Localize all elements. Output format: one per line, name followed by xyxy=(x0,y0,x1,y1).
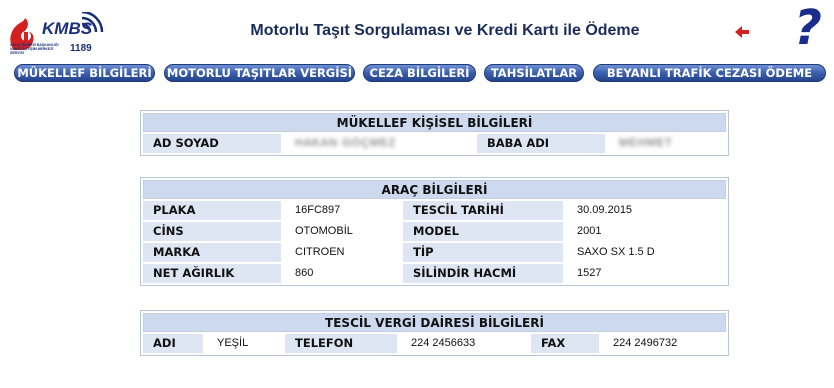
father-name-label: BABA ADI xyxy=(477,134,605,153)
model-value: 2001 xyxy=(565,222,724,241)
type-label: CİNS xyxy=(143,222,281,241)
phone-value: 224 2456633 xyxy=(399,334,529,353)
logo-subtitle: GELİR İDARESİ BAŞKANLIĞI VERGİ İLETİŞİM … xyxy=(10,43,59,55)
kmbs-logo: KMBS GELİR İDARESİ BAŞKANLIĞI VERGİ İLET… xyxy=(6,8,106,58)
logo-number: 1189 xyxy=(70,43,92,54)
question-mark-icon[interactable]: ? xyxy=(794,4,822,52)
nav-vehicle-tax-button[interactable]: MOTORLU TAŞITLAR VERGİSİ xyxy=(164,64,355,82)
father-name-value-text: MEHMET xyxy=(619,137,673,149)
table-row: AD SOYAD HAKAN GÖÇMEZ BABA ADI MEHMET xyxy=(143,134,726,153)
name-label: AD SOYAD xyxy=(143,134,281,153)
nav-taxpayer-info-button[interactable]: MÜKELLEF BİLGİLERİ xyxy=(14,64,155,82)
vehicle-info-panel: ARAÇ BİLGİLERİ PLAKA 16FC897 TESCİL TARİ… xyxy=(140,177,729,286)
vehicle-info-header: ARAÇ BİLGİLERİ xyxy=(143,180,726,199)
office-name-label: ADI xyxy=(143,334,203,353)
model-label: MODEL xyxy=(403,222,563,241)
name-value: HAKAN GÖÇMEZ xyxy=(283,134,475,153)
registration-date-label: TESCİL TARİHİ xyxy=(403,201,563,220)
registration-date-value: 30.09.2015 xyxy=(565,201,724,220)
table-row: CİNS OTOMOBİL MODEL 2001 xyxy=(143,222,726,241)
office-name-value: YEŞİL xyxy=(205,334,283,353)
phone-label: TELEFON xyxy=(285,334,397,353)
tax-office-panel: TESCİL VERGİ DAİRESİ BİLGİLERİ ADI YEŞİL… xyxy=(140,310,729,356)
father-name-value: MEHMET xyxy=(607,134,724,153)
fax-label: FAX xyxy=(531,334,599,353)
net-weight-value: 860 xyxy=(283,264,401,283)
net-weight-label: NET AĞIRLIK xyxy=(143,264,281,283)
page-title: Motorlu Taşıt Sorgulaması ve Kredi Kartı… xyxy=(250,22,640,39)
name-value-text: HAKAN GÖÇMEZ xyxy=(295,137,397,149)
tax-office-header: TESCİL VERGİ DAİRESİ BİLGİLERİ xyxy=(143,313,726,332)
type-value: OTOMOBİL xyxy=(283,222,401,241)
nav-collections-button[interactable]: TAHSİLATLAR xyxy=(484,64,584,82)
brand-value: CITROEN xyxy=(283,243,401,262)
brand-label: MARKA xyxy=(143,243,281,262)
variant-label: TİP xyxy=(403,243,563,262)
variant-value: SAXO SX 1.5 D xyxy=(565,243,724,262)
personal-info-header: MÜKELLEF KİŞİSEL BİLGİLERİ xyxy=(143,113,726,132)
table-row: MARKA CITROEN TİP SAXO SX 1.5 D xyxy=(143,243,726,262)
left-arrow-icon[interactable] xyxy=(735,26,755,38)
plate-value: 16FC897 xyxy=(283,201,401,220)
cylinder-volume-value: 1527 xyxy=(565,264,724,283)
table-row: ADI YEŞİL TELEFON 224 2456633 FAX 224 24… xyxy=(143,334,726,353)
cylinder-volume-label: SİLİNDİR HACMİ xyxy=(403,264,563,283)
main-navbar: MÜKELLEF BİLGİLERİ MOTORLU TAŞITLAR VERG… xyxy=(14,64,826,82)
fax-value: 224 2496732 xyxy=(601,334,720,353)
plate-label: PLAKA xyxy=(143,201,281,220)
table-row: PLAKA 16FC897 TESCİL TARİHİ 30.09.2015 xyxy=(143,201,726,220)
logo-brand-text: KMBS xyxy=(42,19,93,38)
personal-info-panel: MÜKELLEF KİŞİSEL BİLGİLERİ AD SOYAD HAKA… xyxy=(140,110,729,156)
nav-fine-info-button[interactable]: CEZA BİLGİLERİ xyxy=(363,64,476,82)
nav-traffic-fine-payment-button[interactable]: BEYANLI TRAFİK CEZASI ÖDEME xyxy=(593,64,826,82)
table-row: NET AĞIRLIK 860 SİLİNDİR HACMİ 1527 xyxy=(143,264,726,283)
